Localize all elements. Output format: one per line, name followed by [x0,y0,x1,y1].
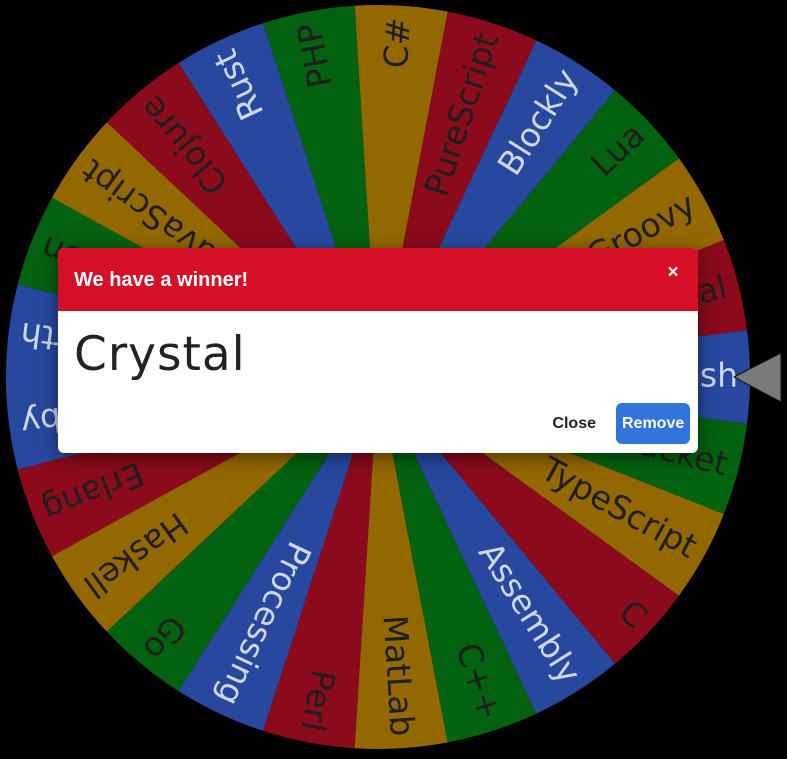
winner-name: Crystal [74,327,246,382]
modal-footer: Close Remove [536,403,690,444]
modal-title: We have a winner! [74,269,249,291]
modal-header: We have a winner! × [58,248,698,311]
remove-button[interactable]: Remove [616,403,690,444]
close-button[interactable]: Close [536,405,612,443]
close-icon[interactable]: × [664,262,682,284]
wheel-segment-label: C# [376,16,418,69]
wheel-segment-label: MatLab [376,614,423,737]
winner-modal: We have a winner! × Crystal Close Remove [58,248,698,453]
